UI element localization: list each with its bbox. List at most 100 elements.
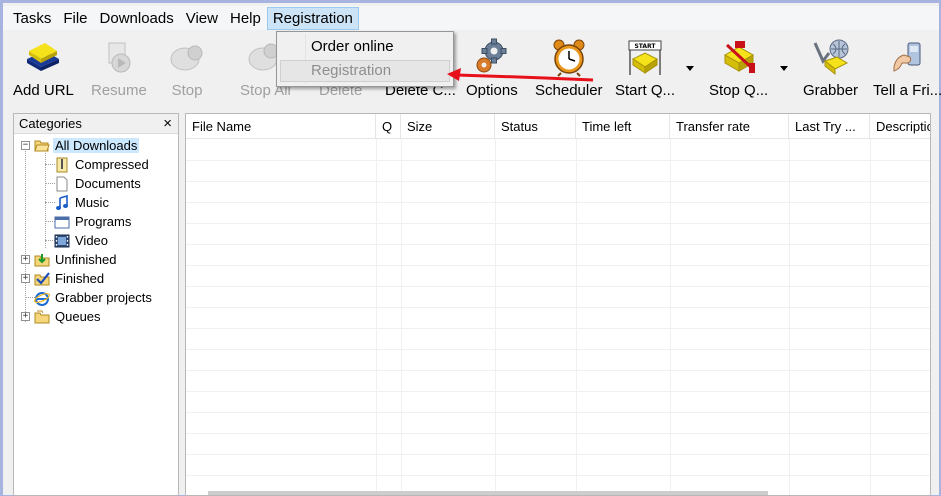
expand-toggle-queues[interactable]: + bbox=[21, 312, 30, 321]
tree-item-music[interactable]: Music bbox=[54, 193, 111, 212]
tree-label-documents: Documents bbox=[75, 176, 141, 191]
tree-item-unfinished[interactable]: Unfinished bbox=[34, 250, 118, 269]
resume-icon bbox=[108, 42, 131, 73]
column-header-transfer-rate[interactable]: Transfer rate bbox=[670, 114, 789, 139]
tree-connector bbox=[45, 153, 46, 248]
categories-panel: Categories × − + + + All Downloads Compr… bbox=[13, 113, 179, 496]
start-queue-icon: START bbox=[628, 40, 662, 75]
grid-column-line bbox=[576, 139, 577, 495]
stop-queue-icon bbox=[723, 41, 755, 73]
grid-row-line bbox=[186, 286, 930, 287]
grid-column-line bbox=[789, 139, 790, 495]
finished-checkmark-icon bbox=[34, 271, 50, 285]
tree-label-unfinished: Unfinished bbox=[55, 252, 117, 267]
grid-row-line bbox=[186, 391, 930, 392]
stop-queue-label: Stop Q... bbox=[709, 82, 769, 99]
tree-label-video: Video bbox=[75, 233, 109, 248]
document-icon bbox=[56, 176, 68, 191]
grid-row-line bbox=[186, 223, 930, 224]
list-header: File Name Q Size Status Time left Transf… bbox=[186, 114, 930, 139]
menu-bar: Tasks File Downloads View Help Registrat… bbox=[3, 6, 939, 30]
add-url-icon bbox=[27, 43, 60, 71]
column-header-status[interactable]: Status bbox=[495, 114, 576, 139]
stop-label: Stop bbox=[171, 82, 203, 99]
svg-text:START: START bbox=[634, 43, 656, 50]
start-queue-dropdown-arrow[interactable] bbox=[686, 66, 694, 71]
column-header-size[interactable]: Size bbox=[401, 114, 495, 139]
menu-view[interactable]: View bbox=[180, 7, 224, 30]
resume-button[interactable]: Resume bbox=[91, 37, 147, 103]
menu-registration[interactable]: Registration bbox=[266, 6, 359, 30]
compressed-file-icon bbox=[56, 157, 68, 172]
stop-queue-dropdown-arrow[interactable] bbox=[780, 66, 788, 71]
stop-button[interactable]: Stop bbox=[167, 37, 207, 103]
queues-folder-icon bbox=[34, 310, 50, 323]
program-window-icon bbox=[54, 216, 70, 228]
stop-queue-button[interactable]: Stop Q... bbox=[709, 37, 768, 103]
menu-item-order-online[interactable]: Order online bbox=[280, 36, 450, 58]
menu-item-registration[interactable]: Registration bbox=[280, 60, 450, 82]
music-note-icon bbox=[56, 194, 68, 210]
grid-column-line bbox=[870, 139, 871, 495]
grid-row-line bbox=[186, 265, 930, 266]
grabber-label: Grabber bbox=[803, 82, 859, 99]
tree-item-grabber-projects[interactable]: Grabber projects bbox=[34, 288, 154, 307]
registration-dropdown-menu: Order online Registration bbox=[276, 31, 454, 87]
grabber-button[interactable]: Grabber bbox=[803, 37, 858, 103]
add-url-label: Add URL bbox=[13, 82, 74, 99]
tell-a-friend-label: Tell a Fri... bbox=[873, 82, 941, 99]
tree-item-compressed[interactable]: Compressed bbox=[54, 155, 151, 174]
unfinished-download-icon bbox=[34, 253, 50, 266]
expand-toggle-finished[interactable]: + bbox=[21, 274, 30, 283]
grabber-icon bbox=[813, 39, 849, 76]
close-icon[interactable]: × bbox=[163, 116, 172, 131]
tree-label-all-downloads: All Downloads bbox=[53, 138, 140, 153]
column-header-description[interactable]: Description bbox=[870, 114, 930, 139]
column-header-file-name[interactable]: File Name bbox=[186, 114, 376, 139]
grid-row-line bbox=[186, 160, 930, 161]
grid-row-line bbox=[186, 328, 930, 329]
resume-label: Resume bbox=[91, 82, 147, 99]
tree-label-grabber-projects: Grabber projects bbox=[55, 290, 152, 305]
tree-item-queues[interactable]: Queues bbox=[34, 307, 103, 326]
grid-row-line bbox=[186, 475, 930, 476]
menu-file[interactable]: File bbox=[57, 7, 93, 30]
tree-label-finished: Finished bbox=[55, 271, 105, 286]
menu-help[interactable]: Help bbox=[224, 7, 267, 30]
red-annotation-arrow bbox=[447, 68, 594, 82]
menu-tasks[interactable]: Tasks bbox=[7, 7, 57, 30]
horizontal-scrollbar[interactable] bbox=[208, 491, 768, 495]
tree-item-all-downloads[interactable]: All Downloads bbox=[34, 136, 140, 155]
grid-row-line bbox=[186, 181, 930, 182]
tree-item-programs[interactable]: Programs bbox=[54, 212, 133, 231]
tree-label-queues: Queues bbox=[55, 309, 101, 324]
app-window: Tasks File Downloads View Help Registrat… bbox=[3, 3, 941, 496]
grid-row-line bbox=[186, 412, 930, 413]
tree-label-music: Music bbox=[75, 195, 109, 210]
add-url-button[interactable]: Add URL bbox=[13, 37, 74, 103]
grid-row-line bbox=[186, 307, 930, 308]
categories-header: Categories × bbox=[14, 114, 178, 134]
tree-item-video[interactable]: Video bbox=[54, 231, 110, 250]
grid-row-line bbox=[186, 433, 930, 434]
column-header-time-left[interactable]: Time left bbox=[576, 114, 670, 139]
grid-row-line bbox=[186, 244, 930, 245]
grid-column-line bbox=[670, 139, 671, 495]
tree-label-programs: Programs bbox=[75, 214, 132, 229]
grid-row-line bbox=[186, 370, 930, 371]
expand-toggle-unfinished[interactable]: + bbox=[21, 255, 30, 264]
download-file-list: File Name Q Size Status Time left Transf… bbox=[185, 113, 931, 496]
grid-row-line bbox=[186, 202, 930, 203]
start-queue-label: Start Q... bbox=[615, 82, 676, 99]
menu-downloads[interactable]: Downloads bbox=[94, 7, 180, 30]
column-header-last-try[interactable]: Last Try ... bbox=[789, 114, 870, 139]
start-queue-button[interactable]: START Start Q... bbox=[615, 37, 675, 103]
tree-label-compressed: Compressed bbox=[75, 157, 149, 172]
tell-a-friend-button[interactable]: Tell a Fri... bbox=[873, 37, 941, 103]
tell-a-friend-icon bbox=[893, 42, 921, 72]
grid-row-line bbox=[186, 454, 930, 455]
tree-item-finished[interactable]: Finished bbox=[34, 269, 106, 288]
tree-item-documents[interactable]: Documents bbox=[54, 174, 143, 193]
collapse-toggle-all-downloads[interactable]: − bbox=[21, 141, 30, 150]
column-header-q[interactable]: Q bbox=[376, 114, 401, 139]
